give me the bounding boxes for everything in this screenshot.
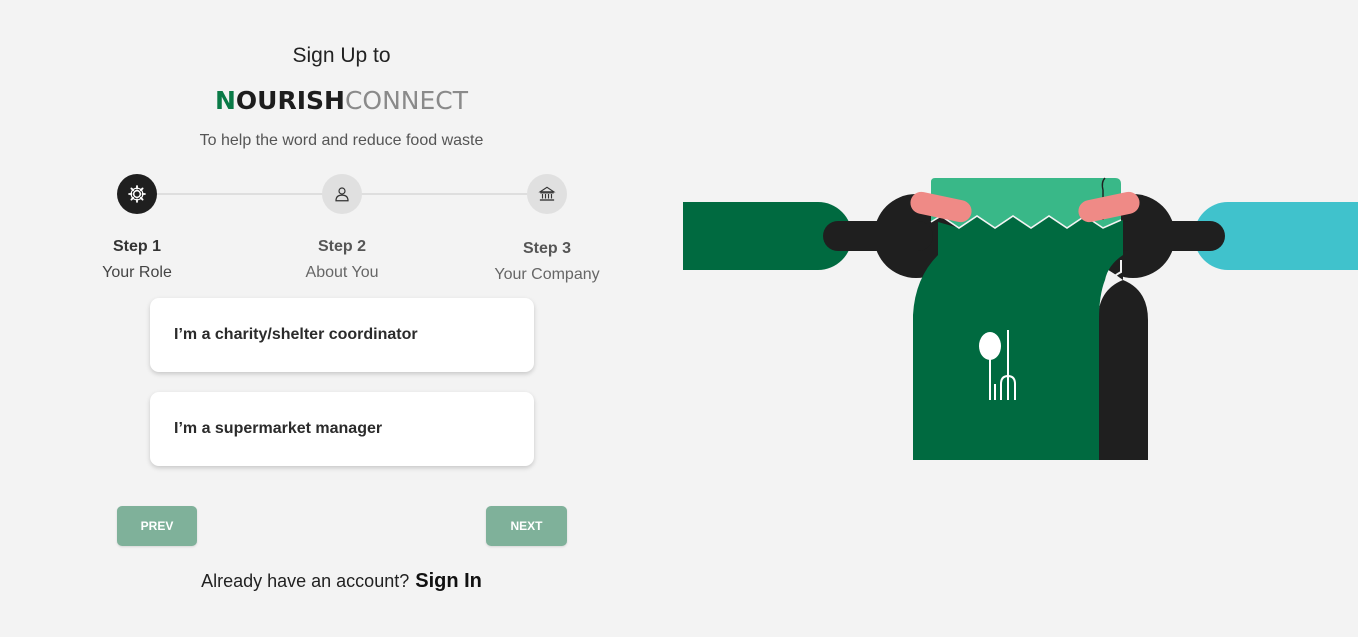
signin-question: Already have an account?	[201, 571, 410, 591]
role-card-supermarket[interactable]: I’m a supermarket manager	[150, 392, 534, 466]
step-1-name: Your Role	[102, 264, 172, 281]
signup-panel: Sign Up to NOURISHCONNECT To help the wo…	[0, 0, 683, 637]
left-handle	[823, 221, 933, 251]
prev-button[interactable]: PREV	[117, 506, 197, 546]
step-3-circle[interactable]	[527, 174, 567, 214]
step-2-number: Step 2	[317, 238, 366, 255]
role-card-charity[interactable]: I’m a charity/shelter coordinator	[150, 298, 534, 372]
brand-logo-n: N	[214, 86, 236, 115]
bank-icon	[538, 186, 556, 201]
step-3-name: Your Company	[494, 266, 600, 283]
step-1-number: Step 1	[112, 238, 161, 255]
next-button[interactable]: NEXT	[486, 506, 567, 546]
brand-logo: NOURISHCONNECT	[0, 86, 683, 115]
step-3-label: Step 3 Your Company	[467, 240, 627, 284]
food-bag-illustration	[683, 177, 1358, 460]
brand-logo-ourish: OURISH	[235, 86, 345, 115]
step-1-circle[interactable]	[117, 174, 157, 214]
signin-link[interactable]: Sign In	[415, 570, 482, 592]
step-2-name: About You	[305, 264, 379, 281]
step-3-number: Step 3	[522, 240, 571, 257]
signin-row: Already have an account? Sign In	[0, 570, 683, 593]
step-1-label: Step 1 Your Role	[57, 238, 217, 282]
gear-icon	[128, 185, 146, 203]
signup-title: Sign Up to	[292, 44, 391, 67]
step-2-circle[interactable]	[322, 174, 362, 214]
person-icon	[335, 187, 349, 202]
right-handle	[1113, 221, 1225, 251]
bag-body	[913, 216, 1123, 460]
brand-logo-connect: CONNECT	[344, 86, 469, 115]
step-2-label: Step 2 About You	[262, 238, 422, 282]
tagline: To help the word and reduce food waste	[199, 132, 484, 149]
